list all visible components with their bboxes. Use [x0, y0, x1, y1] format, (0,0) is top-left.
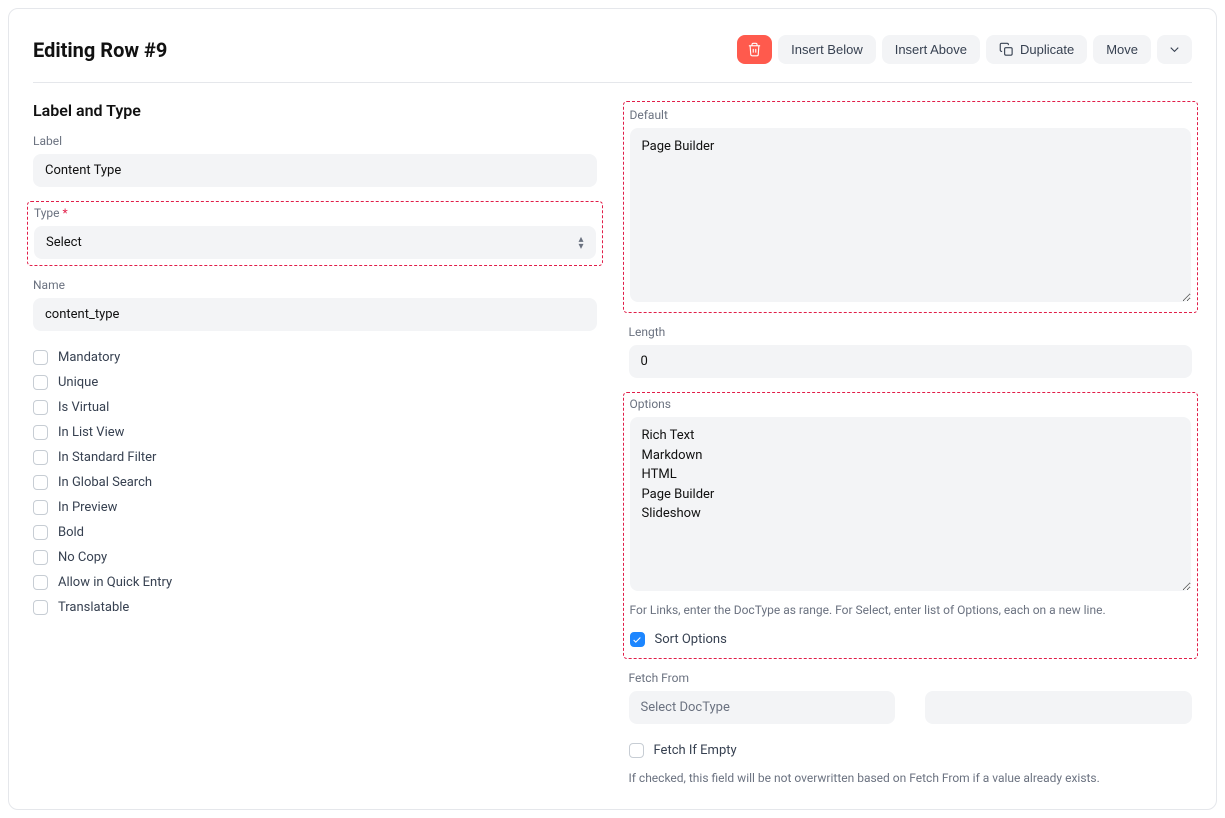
field-options: Options For Links, enter the DocType as …: [630, 397, 1192, 617]
checkbox-unique[interactable]: [33, 375, 48, 390]
check-label: In Global Search: [58, 475, 152, 490]
check-label: Is Virtual: [58, 400, 109, 415]
checkbox-in-preview[interactable]: [33, 500, 48, 515]
fetch-if-empty-checkbox[interactable]: [629, 743, 644, 758]
page-title: Editing Row #9: [33, 38, 167, 62]
label-input[interactable]: [33, 154, 597, 187]
label-for-default: Default: [630, 108, 1192, 122]
field-default: Default: [630, 108, 1192, 306]
checkbox-bold[interactable]: [33, 525, 48, 540]
check-label: No Copy: [58, 550, 107, 565]
label-for-fetch-from: Fetch From: [629, 671, 1193, 685]
fetch-from-doctype-select[interactable]: Select DocType: [629, 691, 896, 724]
action-bar: Insert Below Insert Above Duplicate Move: [737, 35, 1192, 64]
more-menu-button[interactable]: [1157, 35, 1192, 64]
insert-below-button[interactable]: Insert Below: [778, 35, 876, 64]
check-label: In List View: [58, 425, 124, 440]
fetch-from-row: Select DocType: [629, 691, 1193, 724]
check-label: Bold: [58, 525, 84, 540]
label-for-length: Length: [629, 325, 1193, 339]
checkbox-no-copy[interactable]: [33, 550, 48, 565]
type-select-value: Select: [46, 235, 82, 250]
label-for-type: Type *: [34, 206, 596, 220]
fetch-if-empty-help: If checked, this field will be not overw…: [629, 771, 1193, 785]
default-textarea[interactable]: [630, 128, 1192, 302]
check-label: Unique: [58, 375, 98, 390]
field-fetch-from: Fetch From Select DocType: [629, 671, 1193, 724]
check-row: Is Virtual: [33, 395, 597, 420]
move-button[interactable]: Move: [1093, 35, 1151, 64]
check-row: Unique: [33, 370, 597, 395]
type-select[interactable]: Select ▴▾: [34, 226, 596, 259]
checkbox-mandatory[interactable]: [33, 350, 48, 365]
check-row: Translatable: [33, 595, 597, 620]
duplicate-label: Duplicate: [1020, 42, 1074, 57]
trash-icon: [747, 42, 762, 57]
edit-row-panel: Editing Row #9 Insert Below Insert Above…: [8, 8, 1217, 810]
checkbox-allow-in-quick-entry[interactable]: [33, 575, 48, 590]
check-row: Mandatory: [33, 345, 597, 370]
insert-above-button[interactable]: Insert Above: [882, 35, 980, 64]
check-row: No Copy: [33, 545, 597, 570]
label-for-options: Options: [630, 397, 1192, 411]
checkbox-translatable[interactable]: [33, 600, 48, 615]
check-label: In Preview: [58, 500, 117, 515]
field-type: Type * Select ▴▾: [34, 206, 596, 259]
checkbox-in-standard-filter[interactable]: [33, 450, 48, 465]
check-row: In Global Search: [33, 470, 597, 495]
sort-options-checkbox[interactable]: [630, 632, 645, 647]
form-columns: Label and Type Label Type * Select ▴▾: [33, 101, 1192, 785]
check-label: Allow in Quick Entry: [58, 575, 172, 590]
check-icon: [632, 635, 642, 645]
highlight-type: Type * Select ▴▾: [27, 201, 603, 266]
check-row: In List View: [33, 420, 597, 445]
check-label: In Standard Filter: [58, 450, 156, 465]
left-checkbox-list: Mandatory Unique Is Virtual In List View In …: [33, 345, 597, 620]
name-input[interactable]: [33, 298, 597, 331]
check-row: Bold: [33, 520, 597, 545]
field-label: Label: [33, 134, 597, 187]
check-row: In Preview: [33, 495, 597, 520]
duplicate-button[interactable]: Duplicate: [986, 35, 1087, 64]
right-column: Default Length Options For Links, enter …: [629, 101, 1193, 785]
copy-icon: [999, 42, 1014, 57]
select-caret-icon: ▴▾: [578, 236, 583, 250]
checkbox-in-list-view[interactable]: [33, 425, 48, 440]
section-label-type: Label and Type: [33, 101, 597, 120]
required-marker: *: [63, 206, 68, 220]
panel-header: Editing Row #9 Insert Below Insert Above…: [33, 19, 1192, 83]
highlight-default: Default: [623, 101, 1199, 313]
sort-options-label: Sort Options: [655, 632, 727, 647]
check-row: In Standard Filter: [33, 445, 597, 470]
label-for-label: Label: [33, 134, 597, 148]
fetch-from-field-select[interactable]: [925, 691, 1192, 724]
check-label: Translatable: [58, 600, 129, 615]
check-row: Allow in Quick Entry: [33, 570, 597, 595]
fetch-if-empty-row: Fetch If Empty: [629, 738, 1193, 763]
sort-options-row: Sort Options: [630, 627, 1192, 652]
type-label-text: Type: [34, 206, 60, 220]
label-for-name: Name: [33, 278, 597, 292]
highlight-options: Options For Links, enter the DocType as …: [623, 392, 1199, 659]
options-help-text: For Links, enter the DocType as range. F…: [630, 603, 1192, 617]
checkbox-is-virtual[interactable]: [33, 400, 48, 415]
options-textarea[interactable]: [630, 417, 1192, 591]
checkbox-in-global-search[interactable]: [33, 475, 48, 490]
fetch-if-empty-label: Fetch If Empty: [654, 743, 737, 758]
field-name: Name: [33, 278, 597, 331]
check-label: Mandatory: [58, 350, 120, 365]
field-length: Length: [629, 325, 1193, 378]
length-input[interactable]: [629, 345, 1193, 378]
chevron-down-icon: [1167, 42, 1182, 57]
delete-button[interactable]: [737, 35, 772, 64]
left-column: Label and Type Label Type * Select ▴▾: [33, 101, 597, 785]
